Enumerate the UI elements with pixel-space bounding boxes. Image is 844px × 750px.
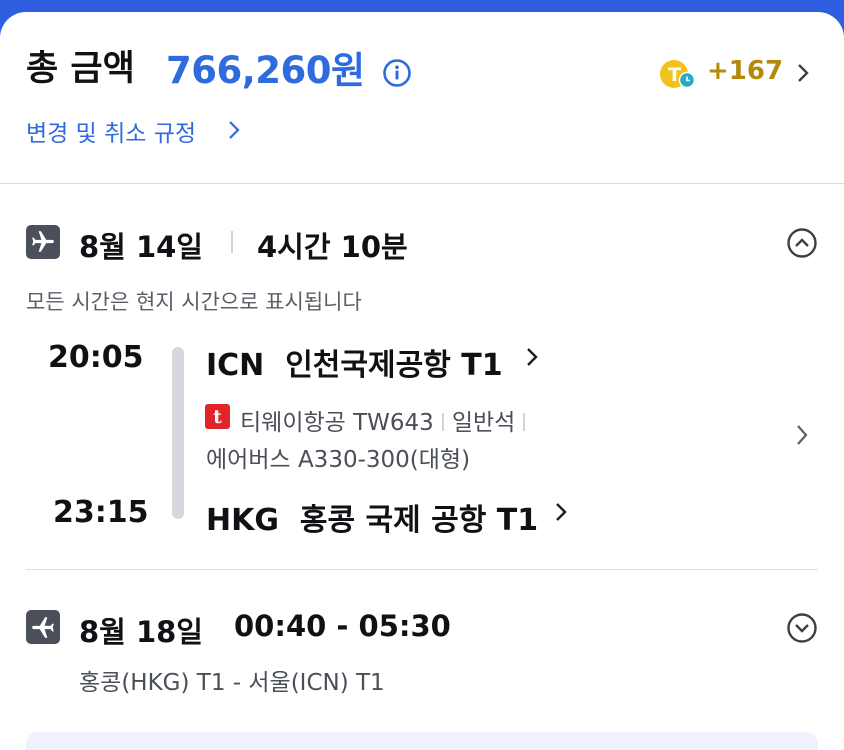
chevron-down-circle-icon[interactable]: [786, 612, 818, 644]
departure-airport-code: ICN: [206, 348, 265, 383]
arrival-time: 23:15: [53, 495, 149, 530]
info-icon[interactable]: [382, 58, 412, 88]
airline-logo: t: [205, 404, 230, 429]
date-duration-separator: [231, 231, 233, 253]
departure-airport-name: 인천국제공항 T1: [285, 348, 503, 383]
arrival-chevron-right-icon[interactable]: [553, 500, 569, 524]
svg-text:T: T: [668, 64, 681, 86]
points-chevron-right-icon[interactable]: [794, 62, 812, 84]
outbound-duration: 4시간 10분: [257, 230, 408, 264]
flight-info: 티웨이항공 TW643 일반석: [240, 403, 533, 437]
return-date: 8월 18일: [79, 615, 203, 649]
chevron-up-circle-icon[interactable]: [786, 227, 818, 259]
outbound-date: 8월 14일: [79, 230, 203, 264]
arrival-airport-code: HKG: [206, 503, 279, 538]
change-cancel-rules-link[interactable]: 변경 및 취소 규정: [26, 114, 196, 148]
aircraft-type: 에어버스 A330-300(대형): [206, 447, 471, 473]
arrival-airport[interactable]: HKG 홍콩 국제 공항 T1: [206, 495, 538, 539]
next-section-card: [26, 732, 818, 750]
airplane-icon: [26, 610, 60, 644]
points-reward[interactable]: +167: [707, 56, 783, 86]
total-price-label: 총 금액: [26, 49, 135, 89]
segment-divider: [26, 569, 818, 570]
flight-timeline-bar: [172, 347, 184, 519]
info-separator: [441, 413, 444, 431]
timezone-note: 모든 시간은 현지 시간으로 표시됩니다: [26, 290, 362, 314]
cabin-class: 일반석: [451, 410, 516, 436]
rules-chevron-right-icon[interactable]: [226, 119, 242, 141]
total-price-amount: 766,260원: [166, 49, 365, 92]
arrival-airport-name: 홍콩 국제 공항 T1: [299, 503, 539, 538]
flight-detail-chevron-right-icon[interactable]: [794, 422, 810, 448]
departure-time: 20:05: [48, 340, 144, 375]
airline-name: 티웨이항공: [240, 410, 346, 436]
return-times: 00:40 - 05:30: [234, 609, 451, 643]
section-divider: [0, 183, 844, 184]
flight-number: TW643: [353, 410, 434, 436]
t-coin-icon[interactable]: T: [659, 59, 697, 89]
departure-chevron-right-icon[interactable]: [524, 345, 540, 369]
info-separator: [523, 413, 526, 431]
return-route: 홍콩(HKG) T1 - 서울(ICN) T1: [79, 670, 385, 696]
airplane-icon: [26, 225, 60, 259]
departure-airport[interactable]: ICN 인천국제공항 T1: [206, 340, 503, 384]
